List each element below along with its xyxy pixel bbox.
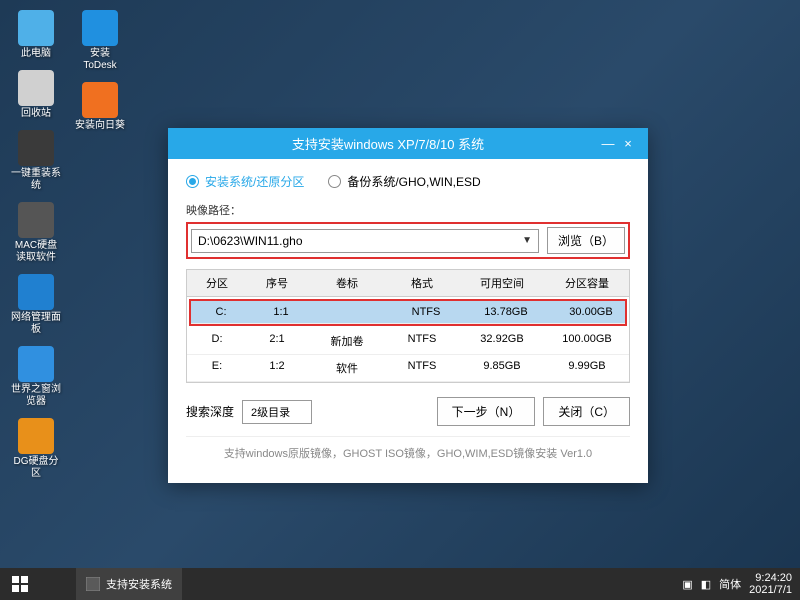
- path-label: 映像路径：: [186, 202, 630, 218]
- tray-icon[interactable]: ▣: [682, 578, 692, 591]
- cell: NTFS: [387, 355, 457, 381]
- window-body: 安装系统/还原分区 备份系统/GHO,WIN,ESD 映像路径： D:\0623…: [168, 159, 648, 483]
- table-row[interactable]: D:2:1新加卷NTFS32.92GB100.00GB: [187, 328, 629, 355]
- cell: 9.99GB: [547, 355, 627, 381]
- icon-label: 安装ToDesk: [74, 48, 126, 72]
- window-title: 支持安装windows XP/7/8/10 系统: [178, 134, 598, 153]
- icon-label: 一键重装系统: [10, 168, 62, 192]
- icon-label: DG硬盘分区: [10, 456, 62, 480]
- depth-label: 搜索深度: [186, 403, 234, 420]
- radio-label: 安装系统/还原分区: [205, 173, 304, 190]
- icon-label: 世界之窗浏览器: [10, 384, 62, 408]
- cell: 软件: [307, 355, 387, 381]
- column-header: 分区: [187, 270, 247, 296]
- icon-label: MAC硬盘读取软件: [10, 240, 62, 264]
- highlighted-row: C:1:1NTFS13.78GB30.00GB: [189, 299, 627, 326]
- cell: 2:1: [247, 328, 307, 354]
- column-header: 可用空间: [457, 270, 547, 296]
- depth-select[interactable]: 2级目录: [242, 400, 312, 424]
- app-icon: [18, 70, 54, 106]
- icon-label: 回收站: [21, 108, 51, 120]
- app-icon: [18, 202, 54, 238]
- next-button[interactable]: 下一步（N）: [437, 397, 536, 426]
- start-button[interactable]: [0, 568, 40, 600]
- path-highlight: D:\0623\WIN11.gho ▼ 浏览（B）: [186, 222, 630, 259]
- cell: 30.00GB: [551, 301, 631, 323]
- radio-label: 备份系统/GHO,WIN,ESD: [347, 173, 480, 190]
- clock[interactable]: 9:24:20 2021/7/1: [749, 572, 792, 596]
- icon-label: 此电脑: [21, 48, 51, 60]
- cell: C:: [191, 301, 251, 323]
- column-header: 分区容量: [547, 270, 627, 296]
- table-row[interactable]: E:1:2软件NTFS9.85GB9.99GB: [187, 355, 629, 382]
- cell: NTFS: [387, 328, 457, 354]
- image-path-dropdown[interactable]: D:\0623\WIN11.gho ▼: [191, 229, 539, 253]
- desktop-icon[interactable]: 安装向日葵: [72, 80, 128, 134]
- desktop-icons-column-2: 安装ToDesk 安装向日葵: [72, 8, 128, 134]
- radio-install-restore[interactable]: 安装系统/还原分区: [186, 173, 304, 190]
- browse-button[interactable]: 浏览（B）: [547, 227, 625, 254]
- desktop-icon[interactable]: 安装ToDesk: [72, 8, 128, 74]
- app-icon: [18, 274, 54, 310]
- desktop-icon[interactable]: 网络管理面板: [8, 272, 64, 338]
- installer-window: 支持安装windows XP/7/8/10 系统 — × 安装系统/还原分区 备…: [168, 128, 648, 483]
- table-body: C:1:1NTFS13.78GB30.00GBD:2:1新加卷NTFS32.92…: [187, 299, 629, 382]
- cell: E:: [187, 355, 247, 381]
- cell: NTFS: [391, 301, 461, 323]
- path-value: D:\0623\WIN11.gho: [198, 234, 303, 248]
- mode-radio-group: 安装系统/还原分区 备份系统/GHO,WIN,ESD: [186, 173, 630, 190]
- taskbar-item-installer[interactable]: 支持安装系统: [76, 568, 182, 600]
- icon-label: 网络管理面板: [10, 312, 62, 336]
- cell: 13.78GB: [461, 301, 551, 323]
- column-header: 卷标: [307, 270, 387, 296]
- bottom-controls: 搜索深度 2级目录 下一步（N） 关闭（C）: [186, 397, 630, 426]
- minimize-button[interactable]: —: [598, 136, 618, 151]
- chevron-down-icon: ▼: [522, 235, 532, 246]
- close-button[interactable]: ×: [618, 136, 638, 151]
- desktop-icon[interactable]: DG硬盘分区: [8, 416, 64, 482]
- partition-table: 分区序号卷标格式可用空间分区容量 C:1:1NTFS13.78GB30.00GB…: [186, 269, 630, 383]
- cell: D:: [187, 328, 247, 354]
- app-icon: [82, 82, 118, 118]
- desktop-icons-column-1: 此电脑回收站一键重装系统 MAC硬盘读取软件网络管理面板世界之窗浏览器 DG硬盘分区: [8, 8, 64, 482]
- desktop: 此电脑回收站一键重装系统 MAC硬盘读取软件网络管理面板世界之窗浏览器 DG硬盘分区…: [0, 0, 800, 600]
- cell: 9.85GB: [457, 355, 547, 381]
- cell: 1:2: [247, 355, 307, 381]
- package-icon: [86, 577, 100, 591]
- titlebar[interactable]: 支持安装windows XP/7/8/10 系统 — ×: [168, 128, 648, 159]
- footer-text: 支持windows原版镜像，GHOST ISO镜像，GHO,WIM,ESD镜像安…: [186, 436, 630, 473]
- desktop-icon[interactable]: MAC硬盘读取软件: [8, 200, 64, 266]
- ime-indicator[interactable]: 简体: [719, 576, 741, 592]
- close-button-2[interactable]: 关闭（C）: [543, 397, 630, 426]
- app-icon: [18, 346, 54, 382]
- radio-backup[interactable]: 备份系统/GHO,WIN,ESD: [328, 173, 480, 190]
- app-icon: [18, 418, 54, 454]
- cell: 32.92GB: [457, 328, 547, 354]
- cell: 1:1: [251, 301, 311, 323]
- app-icon: [18, 130, 54, 166]
- cell: 100.00GB: [547, 328, 627, 354]
- cell: [311, 301, 391, 323]
- radio-dot-icon: [328, 175, 341, 188]
- app-icon: [18, 10, 54, 46]
- app-icon: [82, 10, 118, 46]
- radio-dot-icon: [186, 175, 199, 188]
- table-row[interactable]: C:1:1NTFS13.78GB30.00GB: [191, 301, 625, 324]
- desktop-icon[interactable]: 回收站: [8, 68, 64, 122]
- cell: 新加卷: [307, 328, 387, 354]
- table-header: 分区序号卷标格式可用空间分区容量: [187, 270, 629, 297]
- column-header: 格式: [387, 270, 457, 296]
- desktop-icon[interactable]: 此电脑: [8, 8, 64, 62]
- desktop-icon[interactable]: 一键重装系统: [8, 128, 64, 194]
- desktop-icon[interactable]: 世界之窗浏览器: [8, 344, 64, 410]
- tray-icon[interactable]: ◧: [701, 578, 711, 591]
- column-header: 序号: [247, 270, 307, 296]
- system-tray: ▣ ◧ 简体 9:24:20 2021/7/1: [682, 572, 800, 596]
- windows-logo-icon: [12, 576, 28, 592]
- taskbar: 支持安装系统 ▣ ◧ 简体 9:24:20 2021/7/1: [0, 568, 800, 600]
- icon-label: 安装向日葵: [75, 120, 125, 132]
